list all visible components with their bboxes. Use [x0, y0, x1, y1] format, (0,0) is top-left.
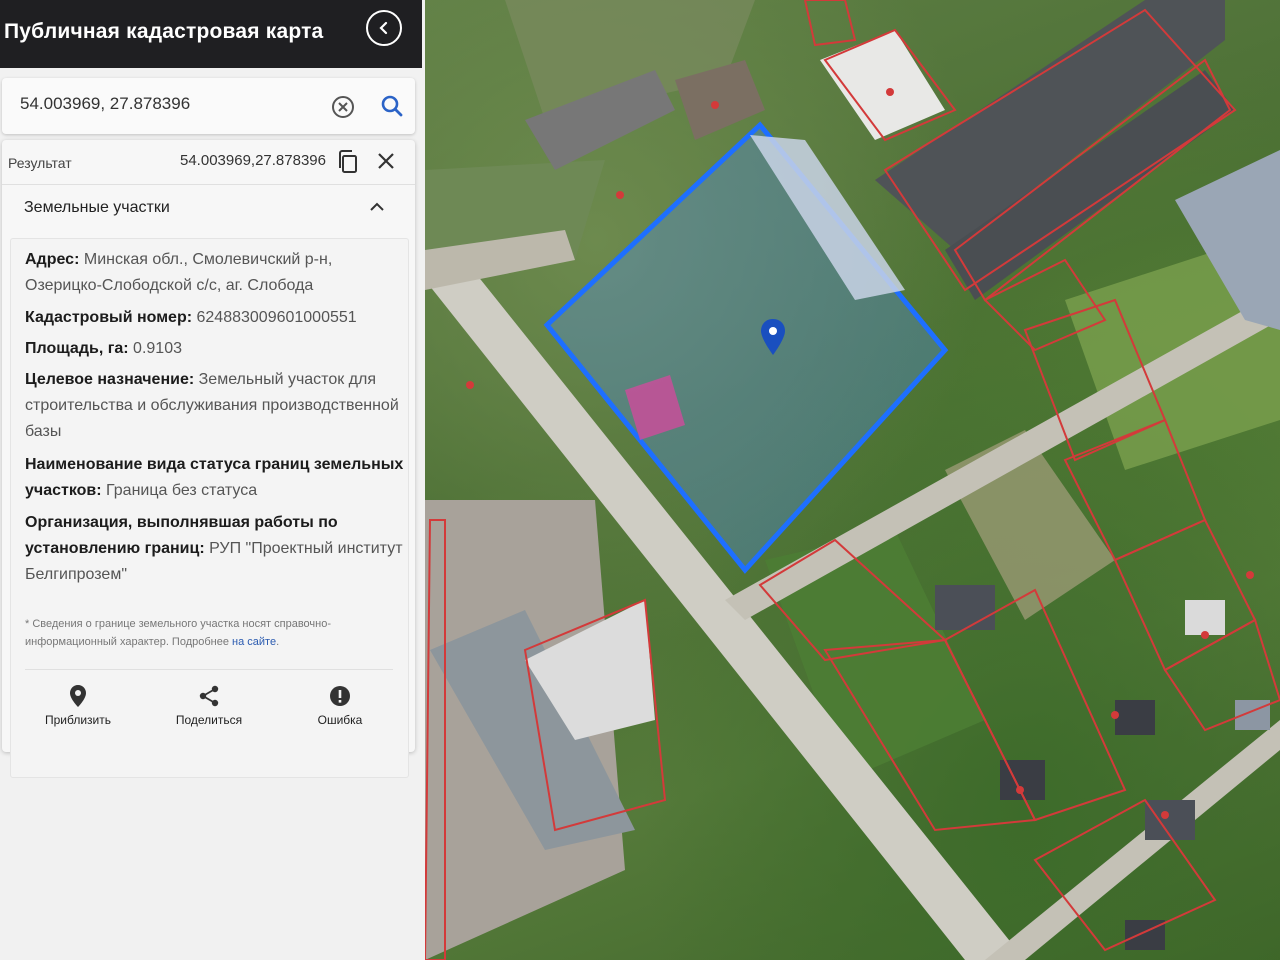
house — [935, 585, 995, 630]
satellite-map[interactable] — [425, 0, 1280, 960]
result-coords: 54.003969,27.878396 — [180, 152, 326, 169]
search-button[interactable] — [378, 92, 406, 120]
field-border-status: Наименование вида статуса границ земельн… — [25, 452, 405, 504]
section-land-parcels[interactable]: Земельные участки — [2, 184, 415, 233]
result-card: Результат 54.003969,27.878396 Земельные … — [2, 140, 415, 778]
section-title: Земельные участки — [24, 199, 170, 216]
field-key: Целевое назначение: — [25, 371, 195, 388]
search-input[interactable] — [20, 94, 310, 114]
parcel-details: Адрес: Минская обл., Смолевичский р-н, О… — [10, 238, 409, 778]
field-address: Адрес: Минская обл., Смолевичский р-н, О… — [25, 247, 405, 299]
close-icon — [378, 153, 394, 169]
clear-icon — [332, 96, 354, 118]
chevron-left-icon — [379, 21, 388, 35]
field-key: Кадастровый номер: — [25, 309, 193, 326]
action-label: Приблизить — [45, 713, 111, 727]
location-pin-icon — [70, 685, 86, 707]
field-cadastral-number: Кадастровый номер: 624883009601000551 — [25, 305, 405, 331]
chevron-up-icon — [370, 202, 384, 211]
field-key: Площадь, га: — [25, 340, 129, 357]
share-icon — [199, 685, 219, 707]
disclaimer-text: * Сведения о границе земельного участка … — [25, 618, 332, 648]
field-area: Площадь, га: 0.9103 — [25, 336, 405, 362]
close-result-button[interactable] — [376, 151, 396, 171]
side-panel: Публичная кадастровая карта Результат 54… — [0, 0, 425, 960]
field-key: Адрес: — [25, 251, 80, 268]
app-title: Публичная кадастровая карта — [4, 20, 324, 43]
copy-coords-button[interactable] — [336, 149, 360, 175]
zoom-to-button[interactable]: Приблизить — [23, 683, 133, 727]
disclaimer-end: . — [276, 636, 280, 648]
disclaimer-link[interactable]: на сайте — [232, 636, 276, 648]
error-icon — [330, 686, 350, 706]
search-icon — [381, 95, 403, 117]
map-layer — [425, 0, 1280, 960]
field-purpose: Целевое назначение: Земельный участок дл… — [25, 367, 405, 445]
collapse-panel-button[interactable] — [366, 10, 402, 46]
divider — [25, 669, 393, 670]
field-value: 0.9103 — [133, 340, 182, 357]
action-label: Поделиться — [175, 713, 243, 727]
field-value: Граница без статуса — [106, 482, 258, 499]
house — [1185, 600, 1225, 635]
app-header: Публичная кадастровая карта — [0, 0, 422, 68]
house — [1115, 700, 1155, 735]
field-value: 624883009601000551 — [196, 309, 357, 326]
report-error-button[interactable]: Ошибка — [285, 683, 395, 727]
action-label: Ошибка — [317, 713, 363, 727]
disclaimer: * Сведения о границе земельного участка … — [25, 615, 385, 651]
building — [820, 30, 945, 140]
field-organization: Организация, выполнявшая работы по устан… — [25, 510, 405, 588]
copy-icon — [339, 150, 357, 173]
clear-search-button[interactable] — [330, 94, 356, 120]
share-button[interactable]: Поделиться — [154, 683, 264, 727]
result-label: Результат — [8, 155, 72, 171]
